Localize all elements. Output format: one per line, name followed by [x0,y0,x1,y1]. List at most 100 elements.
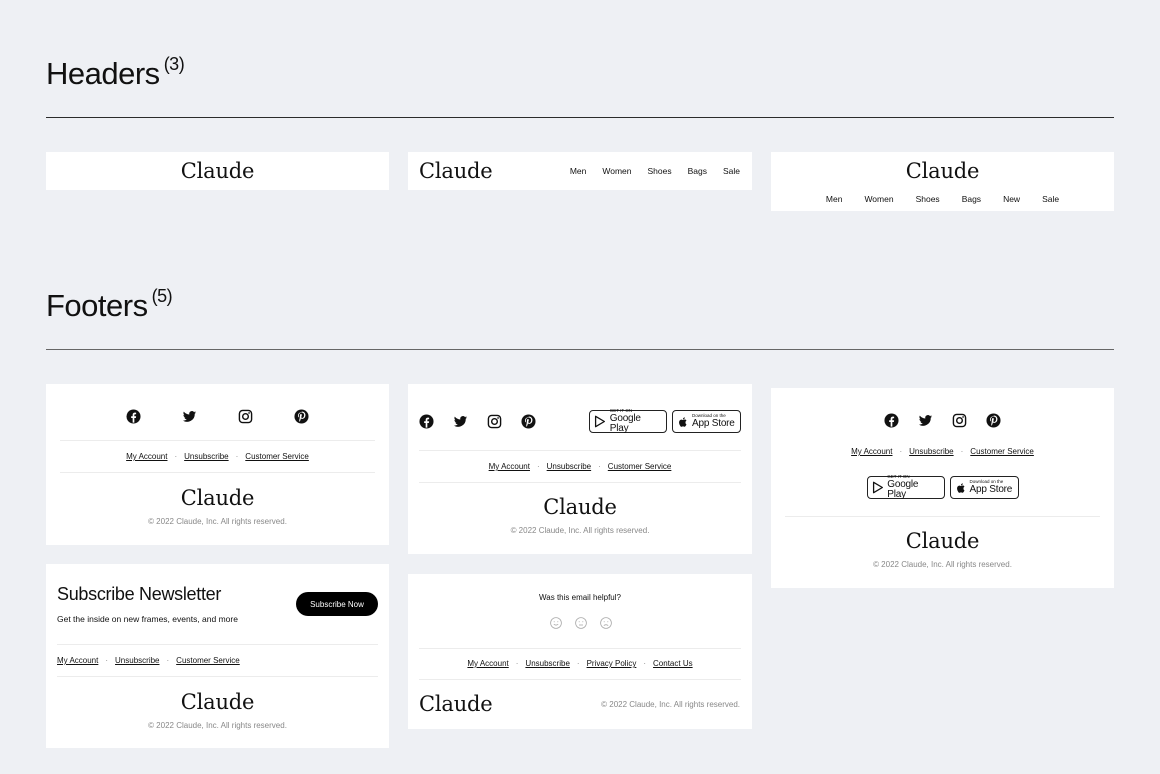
sad-face-icon[interactable] [599,616,612,629]
footer-links: My Account · Unsubscribe · Customer Servic… [46,452,389,461]
twitter-icon[interactable] [453,414,468,429]
google-play-icon [872,481,883,494]
headers-divider [46,117,1114,118]
nav-item-women[interactable]: Women [864,194,893,204]
twitter-icon[interactable] [182,409,197,424]
brand-logo[interactable]: Claude [408,495,752,519]
nav-item-shoes[interactable]: Shoes [648,166,672,176]
nav-item-sale[interactable]: Sale [723,166,740,176]
separator-dot: · [515,659,519,668]
nav-item-sale[interactable]: Sale [1042,194,1059,204]
my-account-link[interactable]: My Account [489,462,530,471]
app-badges: GET IT ON Google Play Download on the App … [589,409,741,433]
my-account-link[interactable]: My Account [467,659,508,668]
app-store-badge[interactable]: Download on the App Store [949,476,1019,499]
facebook-icon[interactable] [419,414,434,429]
footer-divider [785,516,1100,517]
header-variant-1: Claude [46,152,389,190]
brand-logo[interactable]: Claude [46,486,389,510]
twitter-icon[interactable] [918,413,933,428]
copyright-text: © 2022 Claude, Inc. All rights reserved. [148,517,287,526]
footers-count: (5) [151,286,173,306]
header-nav: Men Women Shoes Bags Sale [570,166,740,176]
pinterest-icon[interactable] [986,413,1001,428]
nav-item-men[interactable]: Men [826,194,843,204]
headers-section-title: Headers (3) [46,54,185,92]
google-play-big: Google Play [887,478,919,500]
happy-face-icon[interactable] [549,616,562,629]
app-store-big: App Store [692,417,735,429]
brand-logo[interactable]: Claude [771,159,1114,183]
footer-variant-2: GET IT ON Google Play Download on the App … [408,384,752,554]
headers-title-text: Headers [46,56,160,91]
nav-item-new[interactable]: New [1003,194,1020,204]
footer-divider [419,679,741,680]
nav-item-bags[interactable]: Bags [688,166,707,176]
footer-divider [419,482,741,483]
nav-item-bags[interactable]: Bags [962,194,981,204]
separator-dot: · [235,452,239,461]
nav-item-shoes[interactable]: Shoes [916,194,940,204]
separator-dot: · [105,656,109,665]
social-icons-row [771,413,1114,428]
footer-links: My Account · Unsubscribe · Privacy Policy ·… [408,659,752,668]
subscribe-now-button[interactable]: Subscribe Now [296,592,378,616]
app-badges: GET IT ON Google Play Download on the App … [771,475,1114,500]
my-account-link[interactable]: My Account [126,452,167,461]
newsletter-title: Subscribe Newsletter [57,584,222,604]
nav-item-women[interactable]: Women [602,166,631,176]
instagram-icon[interactable] [238,409,253,424]
unsubscribe-link[interactable]: Unsubscribe [115,656,159,665]
unsubscribe-link[interactable]: Unsubscribe [184,452,228,461]
footers-title-text: Footers [46,288,148,323]
my-account-link[interactable]: My Account [851,447,892,456]
footer-variant-newsletter: Subscribe Newsletter Get the inside on n… [46,564,389,748]
footer-divider [419,450,741,451]
social-icons-row [419,414,536,429]
customer-service-link[interactable]: Customer Service [608,462,672,471]
brand-logo[interactable]: Claude [419,692,493,716]
copyright-text: © 2022 Claude, Inc. All rights reserved. [510,526,650,535]
newsletter-subtitle: Get the inside on new frames, events, an… [57,614,238,624]
unsubscribe-link[interactable]: Unsubscribe [909,447,953,456]
footer-variant-3: My Account · Unsubscribe · Customer Servic… [771,388,1114,588]
customer-service-link[interactable]: Customer Service [176,656,240,665]
contact-us-link[interactable]: Contact Us [653,659,693,668]
apple-icon [679,416,687,427]
footer-divider [57,676,378,677]
footers-section-title: Footers (5) [46,286,173,324]
my-account-link[interactable]: My Account [57,656,98,665]
app-store-badge[interactable]: Download on the App Store [672,410,741,433]
neutral-face-icon[interactable] [574,616,587,629]
app-store-big: App Store [969,483,1013,495]
customer-service-link[interactable]: Customer Service [970,447,1034,456]
social-icons-row [46,409,389,424]
google-play-badge[interactable]: GET IT ON Google Play [866,475,945,500]
instagram-icon[interactable] [952,413,967,428]
separator-dot: · [960,447,964,456]
unsubscribe-link[interactable]: Unsubscribe [547,462,591,471]
google-play-badge[interactable]: GET IT ON Google Play [589,409,667,433]
header-nav: Men Women Shoes Bags New Sale [771,194,1114,204]
unsubscribe-link[interactable]: Unsubscribe [525,659,569,668]
facebook-icon[interactable] [126,409,141,424]
footers-divider [46,349,1114,350]
footer-divider [419,648,741,649]
pinterest-icon[interactable] [521,414,536,429]
brand-logo[interactable]: Claude [419,159,493,183]
footer-divider [60,440,375,441]
privacy-policy-link[interactable]: Privacy Policy [587,659,637,668]
footer-links: My Account · Unsubscribe · Customer Servic… [771,447,1114,456]
copyright-text: © 2022 Claude, Inc. All rights reserved. [601,700,740,709]
instagram-icon[interactable] [487,414,502,429]
brand-logo[interactable]: Claude [771,529,1114,553]
facebook-icon[interactable] [884,413,899,428]
customer-service-link[interactable]: Customer Service [245,452,309,461]
nav-item-men[interactable]: Men [570,166,587,176]
copyright-text: © 2022 Claude, Inc. All rights reserved. [148,721,287,730]
separator-dot: · [576,659,580,668]
brand-logo[interactable]: Claude [46,159,389,183]
pinterest-icon[interactable] [294,409,309,424]
brand-logo[interactable]: Claude [46,690,389,714]
separator-dot: · [643,659,647,668]
